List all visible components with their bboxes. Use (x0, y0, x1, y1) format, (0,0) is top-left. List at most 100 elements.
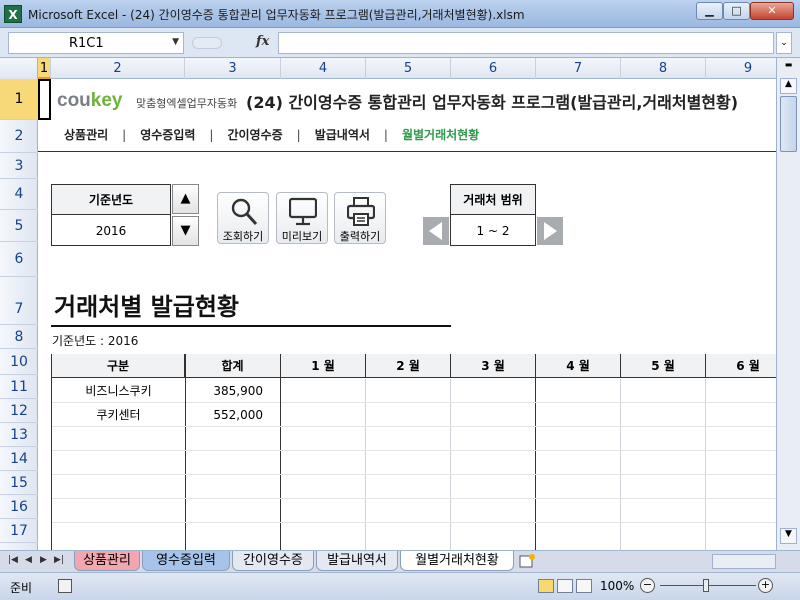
expand-formula-bar-button[interactable]: ⌄ (776, 32, 792, 54)
row-header-5[interactable]: 5 (0, 210, 38, 242)
column-header-1[interactable]: 1 (38, 58, 51, 79)
nav-separator: | (383, 128, 388, 142)
row-header-16[interactable]: 16 (0, 495, 38, 519)
normal-view-button[interactable] (538, 579, 554, 593)
year-value[interactable]: 2016 (52, 216, 170, 246)
column-header-8[interactable]: 8 (621, 58, 706, 79)
nav-separator: | (296, 128, 301, 142)
column-header-5[interactable]: 5 (366, 58, 451, 79)
program-title: (24) 간이영수증 통합관리 업무자동화 프로그램(발급관리,거래처별현황) (246, 93, 739, 112)
zoom-slider-thumb[interactable] (703, 579, 709, 592)
maximize-icon: □ (731, 4, 742, 17)
first-sheet-icon[interactable]: |◀ (8, 555, 18, 565)
year-up-button[interactable]: ▲ (172, 184, 199, 214)
column-header-6[interactable]: 6 (451, 58, 536, 79)
nav-link-monthly-client[interactable]: 월별거래처현황 (402, 126, 479, 143)
column-header-7[interactable]: 7 (536, 58, 621, 79)
previous-range-button[interactable] (423, 217, 449, 245)
table-row-2-total[interactable]: 552,000 (186, 403, 280, 427)
preview-button[interactable]: 미리보기 (276, 192, 328, 244)
row-header-14[interactable]: 14 (0, 447, 38, 471)
insert-function-icon[interactable]: fx (256, 34, 269, 49)
vertical-scrollbar[interactable]: ▬ ▲ ▼ (776, 58, 800, 550)
table-row-1-name[interactable]: 비즈니스쿠키 (52, 379, 185, 403)
minimize-button[interactable]: ▁ (696, 2, 723, 20)
select-all-corner[interactable] (0, 58, 38, 79)
zoom-level[interactable]: 100% (600, 579, 634, 593)
table-header-total: 합계 (185, 354, 281, 378)
split-handle[interactable]: ▬ (780, 60, 797, 72)
row-header-2[interactable]: 2 (0, 120, 38, 153)
year-down-button[interactable]: ▼ (172, 216, 199, 246)
column-header-3[interactable]: 3 (185, 58, 281, 79)
coukey-logo: coukey (57, 90, 122, 112)
row-header-12[interactable]: 12 (0, 399, 38, 423)
table-header-month-2: 2 월 (366, 354, 451, 378)
title-bar: X Microsoft Excel - (24) 간이영수증 통합관리 업무자동… (0, 0, 800, 28)
row-header-3[interactable]: 3 (0, 153, 38, 179)
sheet-tab-receipt-input[interactable]: 영수증입력 (142, 551, 230, 571)
table-gridline (705, 379, 706, 550)
search-button[interactable]: 조회하기 (217, 192, 269, 244)
logo-accent-text: key (90, 90, 123, 111)
sheet-tab-simple-receipt[interactable]: 간이영수증 (232, 551, 314, 571)
nav-link-simple-receipt[interactable]: 간이영수증 (227, 126, 282, 143)
table-gridline (620, 379, 621, 550)
table-row-divider (52, 450, 776, 451)
previous-sheet-icon[interactable]: ◀ (25, 555, 32, 565)
zoom-out-button[interactable]: − (640, 578, 655, 593)
row-header-15[interactable]: 15 (0, 471, 38, 495)
row-header-11[interactable]: 11 (0, 375, 38, 399)
next-sheet-icon[interactable]: ▶ (40, 555, 47, 565)
nav-link-receipt-input[interactable]: 영수증입력 (140, 126, 195, 143)
table-header-month-5: 5 월 (621, 354, 706, 378)
report-title: 거래처별 발급현황 (54, 293, 239, 321)
sheet-tab-monthly-client[interactable]: 월별거래처현황 (400, 551, 514, 571)
row-header-1[interactable]: 1 (0, 79, 38, 120)
scroll-down-button[interactable]: ▼ (780, 528, 797, 544)
column-header-2[interactable]: 2 (51, 58, 185, 79)
maximize-button[interactable]: □ (723, 2, 750, 20)
table-row-2-name[interactable]: 쿠키센터 (52, 403, 185, 427)
nav-link-issue-history[interactable]: 발급내역서 (315, 126, 370, 143)
sheet-tab-issue-history[interactable]: 발급내역서 (316, 551, 398, 571)
print-button[interactable]: 출력하기 (334, 192, 386, 244)
report-title-underline (51, 325, 451, 327)
row-header-10[interactable]: 10 (0, 349, 38, 375)
nav-separator: | (209, 128, 214, 142)
sheet-content: coukey 맞춤형엑셀업무자동화 (24) 간이영수증 통합관리 업무자동화 … (38, 79, 776, 550)
row-header-6[interactable]: 6 (0, 242, 38, 277)
page-break-view-button[interactable] (576, 579, 592, 593)
close-button[interactable]: ✕ (750, 2, 794, 20)
next-range-button[interactable] (537, 217, 563, 245)
sheet-tab-products[interactable]: 상품관리 (74, 551, 140, 571)
macro-record-icon[interactable] (58, 579, 72, 593)
base-year-text: 기준년도 : 2016 (52, 334, 139, 348)
row-header-13[interactable]: 13 (0, 423, 38, 447)
resize-handle[interactable] (192, 37, 222, 49)
table-gridline (365, 379, 366, 550)
scroll-thumb[interactable] (780, 96, 797, 152)
client-range-value: 1 ~ 2 (476, 224, 510, 238)
row-header-17[interactable]: 17 (0, 519, 38, 543)
chevron-down-icon[interactable]: ▼ (172, 37, 179, 47)
status-ready: 준비 (10, 581, 33, 595)
last-sheet-icon[interactable]: ▶| (54, 555, 64, 565)
minimize-icon: ▁ (705, 4, 714, 17)
formula-input[interactable] (278, 32, 774, 54)
scroll-up-button[interactable]: ▲ (780, 78, 797, 94)
name-box[interactable]: R1C1 ▼ (8, 32, 184, 54)
nav-link-products[interactable]: 상품관리 (64, 126, 108, 143)
row-header-8[interactable]: 8 (0, 325, 38, 349)
row-header-7[interactable]: 7 (0, 277, 38, 325)
row-header-4[interactable]: 4 (0, 179, 38, 210)
page-layout-view-button[interactable] (557, 579, 573, 593)
table-header-month-1: 1 월 (281, 354, 366, 378)
zoom-in-button[interactable]: + (758, 578, 773, 593)
insert-sheet-icon[interactable] (518, 553, 536, 569)
column-header-4[interactable]: 4 (281, 58, 366, 79)
table-row-1-total[interactable]: 385,900 (186, 379, 280, 403)
excel-icon[interactable]: X (4, 5, 22, 23)
column-header-9[interactable]: 9 (706, 58, 776, 79)
horizontal-scrollbar[interactable] (712, 554, 776, 569)
